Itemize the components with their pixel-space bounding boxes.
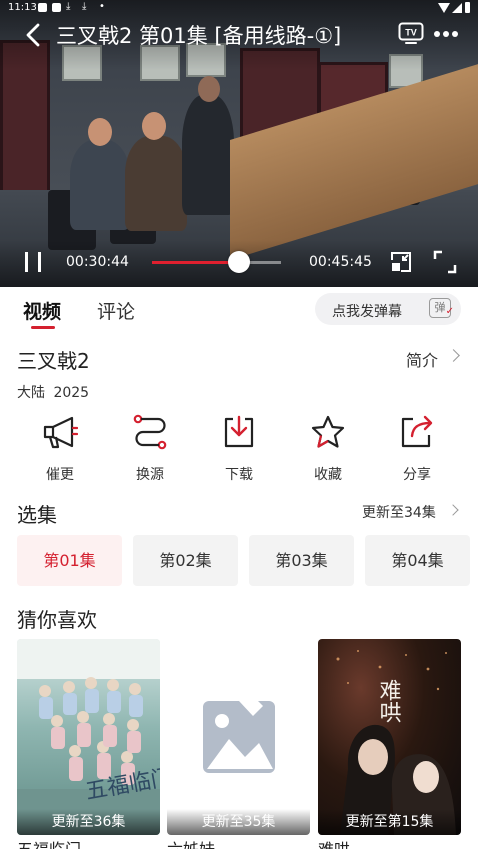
tv-label: TV (405, 28, 417, 38)
poster-title-text: 难哄 (376, 679, 402, 723)
recommend-card[interactable]: 难哄 更新至第15集 (318, 639, 461, 835)
video-title: 三叉戟2 第01集 [备用线路-①] (56, 24, 342, 48)
seek-bar[interactable] (152, 251, 281, 273)
danmaku-toggle-icon[interactable]: 弹 ✓ (429, 298, 454, 318)
episode-item[interactable]: 第03集 (249, 535, 354, 586)
dot-icon: • (99, 1, 105, 12)
back-button[interactable] (22, 22, 46, 48)
seek-progress-fill (152, 261, 239, 264)
video-frame-person (182, 95, 234, 215)
poster-image: 五福临门 (17, 639, 160, 835)
poster-image: 难哄 (336, 650, 456, 835)
pip-icon (391, 252, 411, 272)
cast-tv-button[interactable]: TV (398, 22, 424, 44)
share-icon (401, 415, 433, 448)
more-button[interactable] (433, 26, 459, 40)
action-label: 下载 (225, 467, 253, 483)
episode-item[interactable]: 第02集 (133, 535, 238, 586)
notification-icon (38, 3, 47, 12)
recommend-title[interactable]: 难哄 (318, 836, 350, 849)
switch-source-icon (133, 414, 167, 450)
favorite-button[interactable]: 收藏 (298, 414, 358, 486)
recommend-section-title: 猜你喜欢 (17, 608, 97, 632)
more-dots-icon (434, 31, 458, 37)
show-title: 三叉戟2 (17, 349, 90, 373)
update-badge: 更新至第15集 (318, 809, 461, 835)
status-time: 11:13 (8, 2, 37, 13)
pause-icon (25, 252, 28, 272)
episodes-section-title: 选集 (17, 503, 57, 527)
seek-thumb[interactable] (227, 251, 250, 273)
video-frame-person-head (88, 118, 112, 146)
episode-item[interactable]: 第01集 (17, 535, 122, 586)
update-badge: 更新至36集 (17, 809, 160, 835)
fullscreen-button[interactable] (433, 250, 457, 274)
action-label: 分享 (403, 467, 431, 483)
show-meta: 大陆 2025 (17, 385, 90, 401)
pause-icon (38, 252, 41, 272)
tab-active-indicator (31, 326, 55, 329)
wifi-icon (438, 3, 450, 13)
megaphone-icon (43, 416, 78, 449)
urge-update-button[interactable]: 催更 (30, 414, 90, 486)
download-notification-icon: ⤓ (82, 1, 87, 12)
status-bar: 11:13 ⤓ ⤓ • (0, 0, 478, 16)
battery-icon (465, 2, 470, 13)
danmaku-input[interactable]: 点我发弹幕 弹 ✓ (315, 293, 461, 325)
recommend-card[interactable]: 更新至35集 (167, 639, 310, 835)
danmaku-icon-text: 弹 (434, 301, 446, 314)
chevron-right-icon[interactable] (447, 504, 459, 516)
recommend-title[interactable]: 五福临门 (17, 836, 81, 849)
recommend-title[interactable]: 六姊妹 (167, 836, 215, 849)
current-time: 00:30:44 (66, 254, 129, 270)
download-icon (224, 415, 254, 448)
chevron-right-icon[interactable] (447, 349, 460, 362)
action-label: 换源 (136, 467, 164, 483)
download-notification-icon: ⤓ (66, 1, 71, 12)
action-label: 催更 (46, 467, 74, 483)
video-frame-person-head (198, 76, 220, 102)
tv-icon: TV (398, 22, 424, 44)
video-frame-person (70, 140, 130, 230)
video-frame-person (125, 136, 187, 231)
star-icon (311, 415, 345, 448)
pause-button[interactable] (22, 250, 44, 274)
fullscreen-icon (433, 250, 457, 274)
check-icon: ✓ (445, 306, 454, 317)
tab-comments[interactable]: 评论 (97, 297, 135, 324)
share-button[interactable]: 分享 (387, 414, 447, 486)
video-player[interactable]: 11:13 ⤓ ⤓ • 三叉戟2 第01集 [备用线路-①] TV 00:30:… (0, 0, 478, 287)
update-badge: 更新至35集 (167, 809, 310, 835)
total-time: 00:45:45 (309, 254, 372, 270)
notification-icon (52, 3, 61, 12)
danmaku-placeholder: 点我发弹幕 (332, 304, 402, 320)
picture-in-picture-button[interactable] (389, 250, 413, 274)
tab-video[interactable]: 视频 (23, 297, 61, 324)
download-button[interactable]: 下载 (209, 414, 269, 486)
signal-icon (452, 3, 462, 13)
episodes-update-link[interactable]: 更新至34集 (362, 502, 436, 522)
episode-item[interactable]: 第04集 (365, 535, 470, 586)
action-label: 收藏 (314, 467, 342, 483)
switch-source-button[interactable]: 换源 (120, 414, 180, 486)
intro-link[interactable]: 简介 (406, 347, 438, 371)
video-frame-person-head (142, 112, 166, 140)
recommend-card[interactable]: 五福临门 更新至36集 (17, 639, 160, 835)
image-placeholder-icon (203, 694, 275, 773)
chevron-left-icon (26, 23, 40, 47)
